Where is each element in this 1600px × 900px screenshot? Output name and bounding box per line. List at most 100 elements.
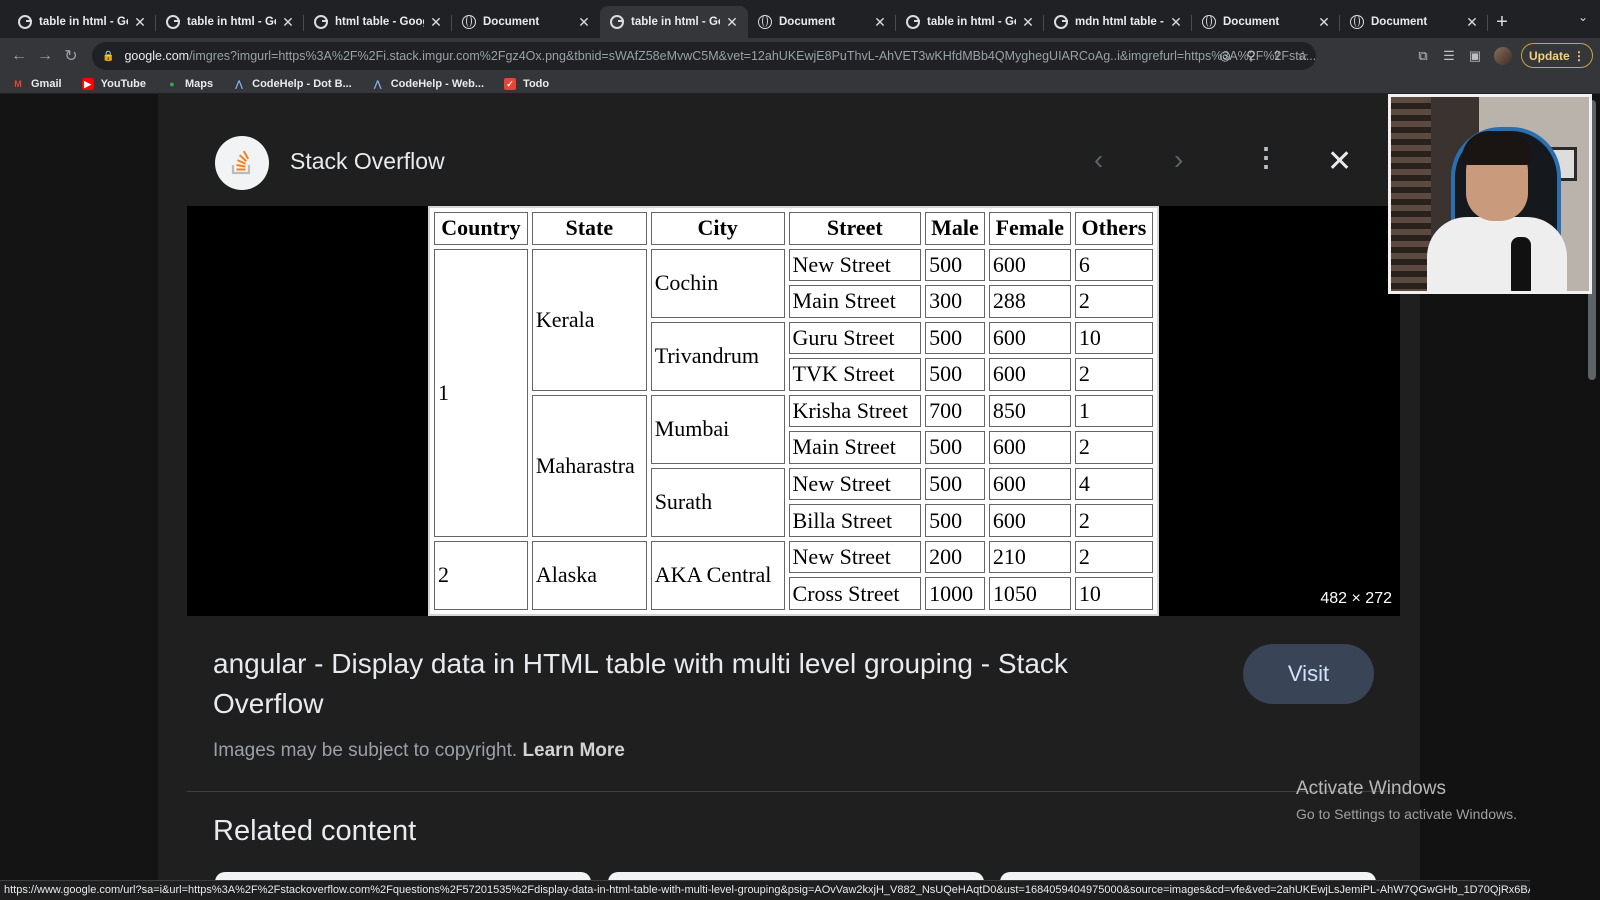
male-cell: 500: [925, 431, 985, 464]
browser-tab[interactable]: Document ✕: [748, 6, 896, 38]
street-cell: Cross Street: [788, 577, 922, 610]
female-cell: 288: [988, 285, 1071, 318]
header-city: City: [650, 212, 785, 245]
tab-close-icon[interactable]: ✕: [132, 14, 148, 31]
browser-tab[interactable]: Document ✕: [452, 6, 600, 38]
extensions-puzzle-icon[interactable]: ⧉: [1410, 48, 1436, 64]
street-cell: Main Street: [788, 431, 922, 464]
reading-list-icon[interactable]: ☰: [1436, 48, 1462, 64]
forward-arrow-icon[interactable]: →: [32, 47, 58, 65]
todo-icon: ✓: [504, 77, 517, 90]
side-panel-icon[interactable]: ▣: [1462, 48, 1488, 64]
browser-tab[interactable]: table in html - Google ✕: [896, 6, 1044, 38]
new-tab-plus-icon[interactable]: +: [1488, 6, 1516, 38]
tab-label: mdn html table - Google: [1075, 16, 1164, 28]
tab-label: table in html - Google: [927, 16, 1016, 28]
close-icon[interactable]: ✕: [1327, 144, 1352, 179]
tab-close-icon[interactable]: ✕: [428, 14, 444, 31]
female-cell: 600: [988, 321, 1071, 355]
bookmarks-bar: M Gmail ▶ YouTube ● Maps ⋀ CodeHelp - Dot B.…: [0, 74, 1600, 94]
header-state: State: [531, 212, 647, 245]
bookmark-todo[interactable]: ✓ Todo: [504, 77, 550, 90]
male-cell: 300: [925, 285, 985, 318]
preview-image[interactable]: Country State City Street Male Female Ot…: [428, 206, 1159, 616]
globe-icon: [1202, 15, 1216, 29]
bookmark-label: CodeHelp - Dot B...: [252, 77, 352, 90]
bookmark-maps[interactable]: ● Maps: [166, 78, 213, 90]
tab-close-icon[interactable]: ✕: [1316, 14, 1332, 31]
street-cell: TVK Street: [788, 358, 922, 391]
bookmark-codehelp-dot[interactable]: ⋀ CodeHelp - Dot B...: [233, 77, 352, 90]
update-label: Update: [1528, 48, 1570, 63]
address-bar[interactable]: 🔒 google.com/imgres?imgurl=https%3A%2F%2…: [92, 42, 1316, 70]
google-lens-icon[interactable]: ◎: [1212, 48, 1238, 64]
next-chevron-icon[interactable]: ›: [1174, 144, 1183, 176]
tab-close-icon[interactable]: ✕: [576, 14, 592, 31]
google-icon: [314, 15, 328, 29]
bookmark-codehelp-web[interactable]: ⋀ CodeHelp - Web...: [372, 78, 484, 90]
others-cell: 1: [1074, 394, 1153, 428]
source-logo[interactable]: [215, 136, 269, 190]
result-title-link[interactable]: angular - Display data in HTML table wit…: [213, 644, 1173, 724]
source-name[interactable]: Stack Overflow: [290, 148, 445, 175]
browser-tab[interactable]: table in html - Google ✕: [8, 6, 156, 38]
previous-chevron-icon[interactable]: ‹: [1094, 144, 1103, 176]
maps-pin-icon: ●: [169, 78, 175, 89]
url-text[interactable]: google.com/imgres?imgurl=https%3A%2F%2Fi…: [124, 49, 1316, 63]
back-arrow-icon[interactable]: ←: [6, 47, 32, 65]
male-cell: 500: [925, 504, 985, 537]
google-icon: [18, 15, 32, 29]
tab-search-chevron-icon[interactable]: ⌄: [1578, 10, 1588, 24]
female-cell: 600: [988, 467, 1071, 501]
tab-close-icon[interactable]: ✕: [1020, 14, 1036, 31]
tab-label: Document: [1371, 16, 1428, 28]
bookmark-star-icon[interactable]: ☆: [1290, 48, 1316, 64]
city-cell: Surath: [650, 467, 785, 537]
tab-close-icon[interactable]: ✕: [872, 14, 888, 31]
webcam-person-body: [1427, 217, 1567, 291]
browser-tab[interactable]: Document ✕: [1340, 6, 1488, 38]
bookmark-label: Todo: [523, 77, 550, 90]
street-cell: New Street: [788, 540, 922, 574]
browser-tab[interactable]: Document ✕: [1192, 6, 1340, 38]
reload-icon[interactable]: ↻: [58, 46, 84, 66]
browser-tab-active[interactable]: table in html - Google ✕: [600, 6, 748, 38]
browser-tab[interactable]: table in html - Google ✕: [156, 6, 304, 38]
others-cell: 10: [1074, 321, 1153, 355]
visit-label: Visit: [1287, 661, 1330, 686]
visit-button[interactable]: Visit: [1243, 644, 1374, 704]
others-cell: 10: [1074, 577, 1153, 610]
tab-close-icon[interactable]: ✕: [1464, 14, 1480, 31]
browser-tab[interactable]: html table - Google ✕: [304, 6, 452, 38]
street-cell: Guru Street: [788, 321, 922, 355]
male-cell: 500: [925, 467, 985, 501]
stackoverflow-icon: [231, 150, 251, 175]
female-cell: 600: [988, 248, 1071, 282]
tab-close-icon[interactable]: ✕: [1168, 14, 1184, 31]
webcam-shelf: [1391, 97, 1431, 291]
webcam-person-hair: [1462, 131, 1532, 165]
bookmark-youtube[interactable]: ▶ YouTube: [81, 77, 146, 90]
bookmark-gmail[interactable]: M Gmail: [12, 78, 61, 90]
lock-icon[interactable]: 🔒: [102, 51, 114, 62]
header-others: Others: [1074, 212, 1153, 245]
more-options-icon[interactable]: ⋮: [1253, 142, 1279, 173]
youtube-icon: ▶: [81, 77, 94, 90]
share-icon[interactable]: ⇪: [1264, 48, 1290, 64]
zoom-icon[interactable]: ⚲: [1238, 48, 1264, 64]
female-cell: 850: [988, 394, 1071, 428]
male-cell: 200: [925, 540, 985, 574]
tab-label: table in html - Google: [187, 16, 276, 28]
tab-close-icon[interactable]: ✕: [280, 14, 296, 31]
tab-close-icon[interactable]: ✕: [724, 14, 740, 31]
learn-more-link[interactable]: Learn More: [522, 740, 624, 761]
url-host: google.com: [124, 49, 190, 63]
browser-toolbar: ← → ↻ 🔒 google.com/imgres?imgurl=https%3…: [0, 38, 1600, 74]
others-cell: 2: [1074, 504, 1153, 537]
update-button[interactable]: Update ⋮: [1521, 43, 1593, 68]
profile-avatar[interactable]: [1494, 47, 1512, 65]
male-cell: 500: [925, 358, 985, 391]
browser-tab[interactable]: mdn html table - Google ✕: [1044, 6, 1192, 38]
male-cell: 500: [925, 248, 985, 282]
tab-label: html table - Google: [335, 16, 424, 28]
